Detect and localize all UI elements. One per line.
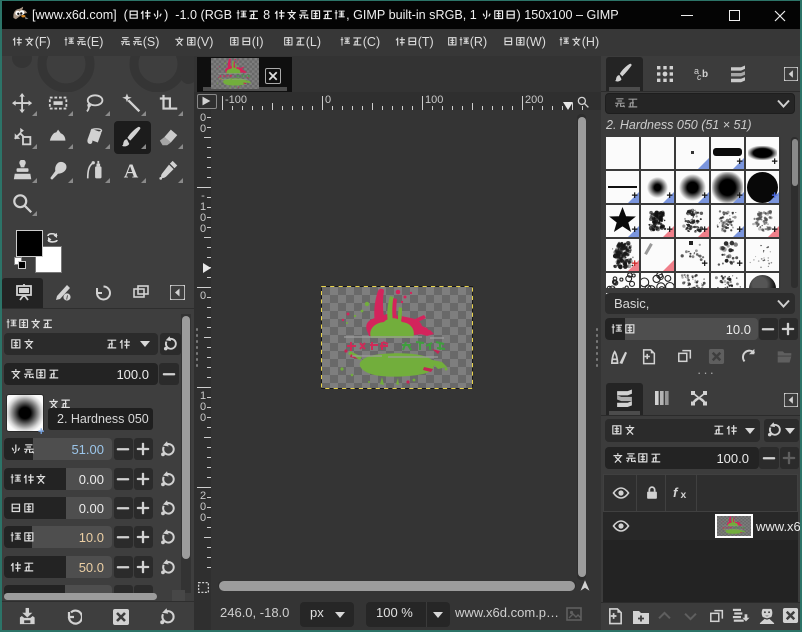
svg-text:x: x	[681, 490, 687, 501]
svg-text:A: A	[124, 160, 139, 182]
svg-text:f: f	[673, 485, 679, 500]
svg-text:b: b	[702, 69, 708, 80]
svg-text:i: i	[66, 295, 68, 302]
